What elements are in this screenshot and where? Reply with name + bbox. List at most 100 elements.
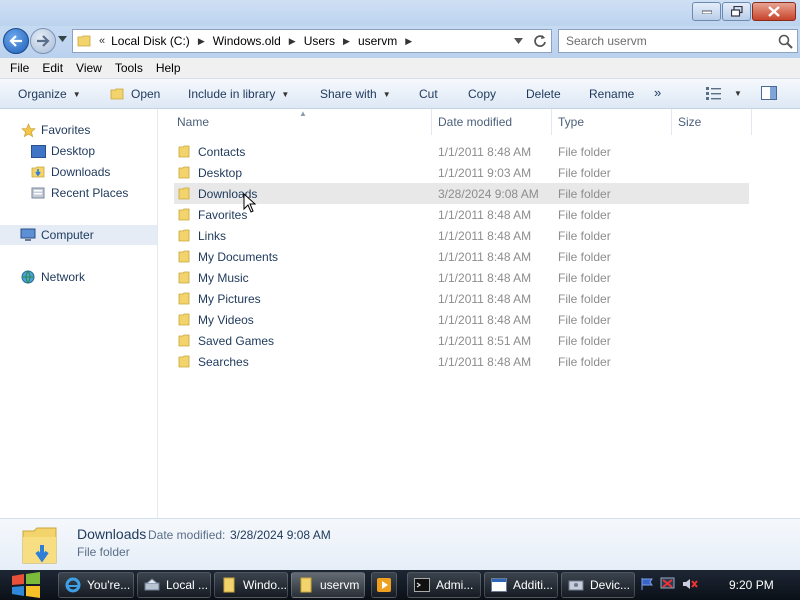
- column-header-size[interactable]: Size: [672, 109, 752, 135]
- network-tray-icon[interactable]: [660, 577, 676, 594]
- folder-icon: [178, 355, 190, 368]
- organize-button[interactable]: Organize ▼: [18, 87, 81, 101]
- view-options-button[interactable]: ▼: [706, 86, 742, 100]
- column-label: Name: [177, 115, 210, 129]
- address-dropdown-icon[interactable]: [514, 38, 523, 44]
- nav-label: Desktop: [51, 144, 96, 158]
- taskbar-item-browser[interactable]: You're...: [58, 572, 134, 598]
- chevron-right-icon[interactable]: ▶: [405, 36, 412, 47]
- nav-downloads[interactable]: Downloads: [30, 162, 110, 182]
- settings-window-icon: [491, 577, 507, 593]
- file-date-modified: 1/1/2011 8:48 AM: [438, 312, 532, 327]
- folder-icon: [178, 334, 190, 347]
- column-header-type[interactable]: Type: [552, 109, 672, 135]
- table-row[interactable]: Saved Games 1/1/2011 8:51 AM File folder: [174, 330, 749, 351]
- column-header-date[interactable]: Date modified: [432, 109, 552, 135]
- table-row[interactable]: My Videos 1/1/2011 8:48 AM File folder: [174, 309, 749, 330]
- menu-tools[interactable]: Tools: [115, 61, 143, 75]
- nav-desktop[interactable]: Desktop: [30, 141, 95, 161]
- table-row[interactable]: My Pictures 1/1/2011 8:48 AM File folder: [174, 288, 749, 309]
- minimize-button[interactable]: [692, 2, 721, 21]
- address-bar[interactable]: « Local Disk (C:) ▶ Windows.old ▶ Users ▶ u…: [72, 29, 552, 53]
- table-row[interactable]: Links 1/1/2011 8:48 AM File folder: [174, 225, 749, 246]
- taskbar-item-uservm[interactable]: uservm: [291, 572, 365, 598]
- table-row[interactable]: My Music 1/1/2011 8:48 AM File folder: [174, 267, 749, 288]
- taskbar: You're... Local ... Windo... uservm Admi…: [0, 570, 800, 600]
- copy-button[interactable]: Copy: [468, 87, 496, 101]
- forward-button[interactable]: [30, 28, 56, 54]
- breadcrumb-item[interactable]: uservm ▶: [358, 34, 420, 48]
- column-label: Date modified: [438, 115, 513, 129]
- table-row[interactable]: Searches 1/1/2011 8:48 AM File folder: [174, 351, 749, 372]
- menu-help[interactable]: Help: [156, 61, 181, 75]
- search-placeholder: Search uservm: [566, 34, 647, 48]
- nav-computer[interactable]: Computer: [20, 225, 94, 245]
- search-input[interactable]: Search uservm: [558, 29, 798, 53]
- delete-button[interactable]: Delete: [526, 87, 561, 101]
- nav-network[interactable]: Network: [20, 267, 85, 287]
- file-type: File folder: [558, 228, 611, 243]
- restore-button[interactable]: [722, 2, 751, 21]
- chevron-right-icon[interactable]: ▶: [198, 36, 205, 47]
- table-row[interactable]: Desktop 1/1/2011 9:03 AM File folder: [174, 162, 749, 183]
- start-button[interactable]: [8, 570, 44, 600]
- open-label: Open: [131, 87, 161, 101]
- breadcrumb-item[interactable]: Local Disk (C:) ▶: [111, 34, 213, 48]
- close-button[interactable]: [752, 2, 796, 21]
- nav-favorites[interactable]: Favorites: [20, 120, 90, 140]
- chevron-right-icon[interactable]: ▶: [289, 36, 296, 47]
- taskbar-item-media-player[interactable]: [371, 572, 397, 598]
- include-in-library-button[interactable]: Include in library ▼: [188, 87, 289, 101]
- star-icon: [20, 122, 36, 138]
- details-view-icon: [706, 87, 721, 100]
- details-date: 3/28/2024 9:08 AM: [230, 528, 331, 542]
- taskbar-label: Additi...: [513, 578, 554, 592]
- folder-icon: [298, 577, 314, 593]
- nav-recent-places[interactable]: Recent Places: [30, 183, 128, 203]
- taskbar-item-local-disk[interactable]: Local ...: [137, 572, 211, 598]
- menu-file[interactable]: File: [10, 61, 29, 75]
- taskbar-item-admin-console[interactable]: Admi...: [407, 572, 481, 598]
- device-manager-icon: [568, 577, 584, 593]
- menu-view[interactable]: View: [76, 61, 102, 75]
- table-row[interactable]: Contacts 1/1/2011 8:48 AM File folder: [174, 141, 749, 162]
- title-bar: [0, 0, 800, 26]
- volume-muted-icon[interactable]: [682, 577, 698, 594]
- table-row[interactable]: Downloads 3/28/2024 9:08 AM File folder: [174, 183, 749, 204]
- chevron-right-icon[interactable]: ▶: [343, 36, 350, 47]
- file-date-modified: 1/1/2011 8:48 AM: [438, 144, 532, 159]
- breadcrumb-item[interactable]: Users ▶: [304, 34, 358, 48]
- search-icon[interactable]: [778, 34, 793, 49]
- folder-icon: [178, 208, 190, 221]
- more-commands-button[interactable]: »: [654, 85, 661, 100]
- back-button[interactable]: [3, 28, 29, 54]
- taskbar-item-windows-old[interactable]: Windo...: [214, 572, 288, 598]
- taskbar-clock[interactable]: 9:20 PM: [729, 578, 774, 592]
- table-row[interactable]: My Documents 1/1/2011 8:48 AM File folder: [174, 246, 749, 267]
- details-pane: Downloads Date modified: 3/28/2024 9:08 …: [0, 518, 800, 570]
- breadcrumb-overflow[interactable]: «: [99, 35, 105, 47]
- preview-pane-button[interactable]: [761, 86, 777, 100]
- refresh-icon[interactable]: [533, 34, 547, 48]
- action-center-flag-icon[interactable]: [640, 577, 654, 594]
- breadcrumb-label: Windows.old: [212, 34, 281, 48]
- open-button[interactable]: Open: [110, 87, 160, 101]
- navigation-pane: Favorites Desktop Downloads Recent Place…: [0, 109, 158, 518]
- taskbar-item-additional[interactable]: Additi...: [484, 572, 558, 598]
- taskbar-item-device-manager[interactable]: Devic...: [561, 572, 635, 598]
- menu-edit[interactable]: Edit: [42, 61, 63, 75]
- file-name: Favorites: [198, 207, 248, 222]
- details-name: Downloads: [77, 526, 147, 542]
- breadcrumb-item[interactable]: Windows.old ▶: [213, 34, 304, 48]
- column-label: Size: [678, 115, 702, 129]
- table-row[interactable]: Favorites 1/1/2011 8:48 AM File folder: [174, 204, 749, 225]
- share-with-button[interactable]: Share with ▼: [320, 87, 391, 101]
- file-name: Searches: [198, 354, 249, 369]
- file-type: File folder: [558, 354, 611, 369]
- cut-button[interactable]: Cut: [419, 87, 438, 101]
- sort-ascending-icon: ▲: [299, 109, 307, 118]
- windows-logo-icon: [12, 572, 40, 598]
- media-player-icon: [377, 578, 391, 592]
- rename-button[interactable]: Rename: [589, 87, 634, 101]
- recent-pages-dropdown-icon[interactable]: [58, 36, 67, 42]
